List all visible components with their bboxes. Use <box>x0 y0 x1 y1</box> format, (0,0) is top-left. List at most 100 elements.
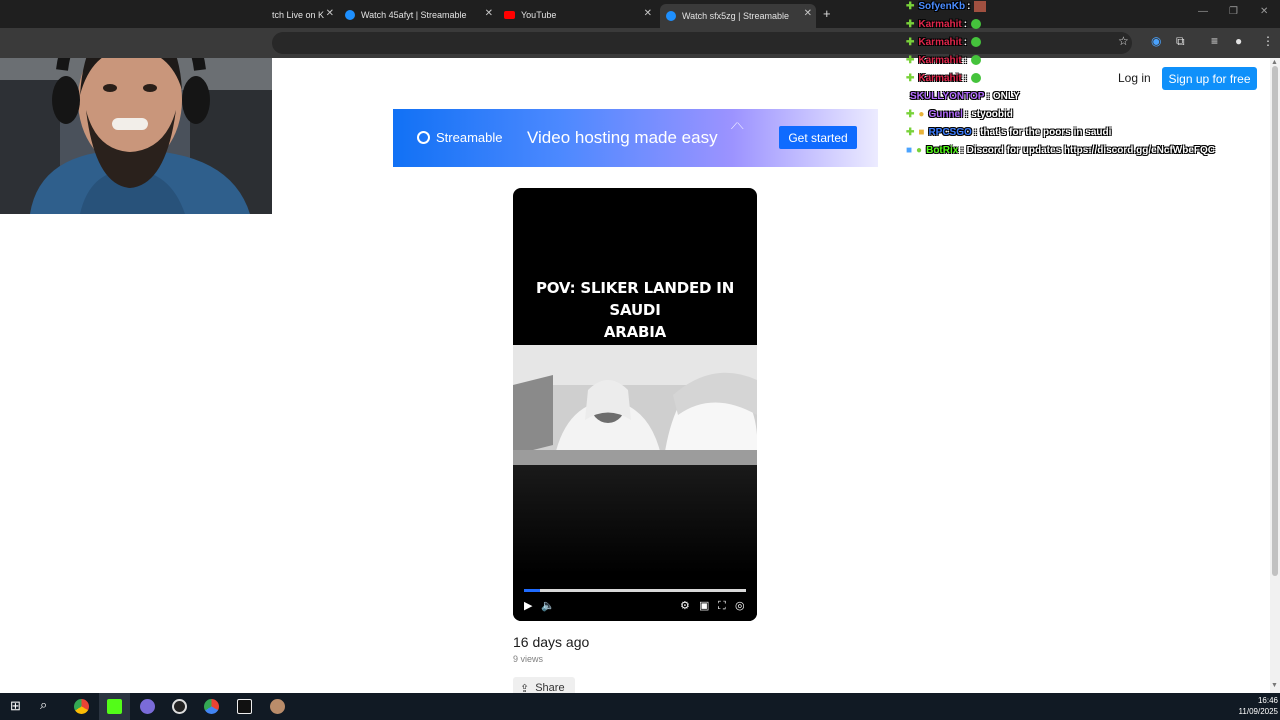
chat-message: ✚ Karmahit : <box>906 70 982 86</box>
chat-message: ✚ ■ RPCSGO : that's for the poors in sau… <box>906 124 1111 140</box>
volume-icon[interactable]: 🔈 <box>541 600 555 612</box>
green-emote-icon <box>971 55 982 65</box>
video-player[interactable]: POV: SLIKER LANDED IN SAUDI ARABIA ▶ 🔈 ⚙… <box>513 188 757 621</box>
tab-youtube[interactable]: YouTube ✕ <box>504 4 656 26</box>
browser-icon[interactable] <box>204 699 219 714</box>
windows-taskbar <box>0 693 1280 720</box>
chat-message: ✚ Karmahit : <box>906 34 982 50</box>
maximize-icon[interactable]: ❐ <box>1229 6 1238 17</box>
screen: tch Live on K ✕ Watch 45afyt | Streamabl… <box>0 0 1280 720</box>
chat-username: BotRix <box>926 144 959 156</box>
chat-separator: : <box>964 108 969 120</box>
chat-message: SKULLYONTOP : ONLY <box>910 88 1020 104</box>
get-started-button[interactable]: Get started <box>779 126 857 149</box>
tab-label: Watch 45afyt | Streamable <box>361 10 467 20</box>
subscriber-badge-icon: ✚ <box>906 72 915 84</box>
streamable-logo-icon <box>417 131 430 144</box>
streamable-logo-icon[interactable]: ◎ <box>735 600 745 612</box>
chat-username: Gunnel <box>928 108 963 120</box>
caption-line: ARABIA <box>603 323 667 341</box>
chat-text: ONLY <box>992 90 1020 102</box>
profile-avatar-icon[interactable]: ● <box>1235 34 1242 48</box>
banner-tagline: Video hosting made easy <box>527 128 718 147</box>
obs-icon[interactable] <box>172 699 187 714</box>
tab-label: YouTube <box>521 10 557 20</box>
media-control-icon[interactable]: ≡ <box>1211 34 1218 48</box>
verified-badge-icon: ✚ <box>906 126 915 138</box>
settings-gear-icon[interactable]: ⚙ <box>680 600 690 612</box>
gift-badge-icon: ● <box>918 108 925 120</box>
extensions-puzzle-icon[interactable]: ⧉ <box>1176 34 1185 48</box>
address-bar[interactable] <box>272 32 1132 54</box>
streaming-app-icon[interactable] <box>140 699 155 714</box>
minimize-icon[interactable]: — <box>1198 6 1208 17</box>
chat-text: that's for the poors in saudi <box>980 126 1112 138</box>
windows-start-icon[interactable]: ⊞ <box>10 699 21 713</box>
subscriber-badge-icon: ✚ <box>906 18 915 30</box>
app-avatar-icon[interactable] <box>270 699 285 714</box>
window-close-icon[interactable]: ✕ <box>1260 6 1268 17</box>
chat-username: Karmahit <box>918 36 962 48</box>
tab-label: tch Live on K <box>272 10 325 20</box>
fullscreen-icon[interactable]: ⛶ <box>718 600 726 612</box>
login-link[interactable]: Log in <box>1118 71 1151 85</box>
bot-badge-icon: ■ <box>906 144 913 156</box>
close-icon[interactable]: ✕ <box>804 8 812 19</box>
gift-badge-icon: ■ <box>918 126 925 138</box>
view-count: 9 views <box>513 654 544 664</box>
subscriber-badge-icon: ✚ <box>906 0 915 12</box>
video-frame <box>513 345 757 465</box>
chat-separator: : <box>963 54 968 66</box>
sparkle-icon: ⟋⟍ <box>731 121 744 131</box>
chat-separator: : <box>986 90 990 102</box>
chat-separator: : <box>963 36 968 48</box>
verified-badge-icon: ● <box>916 144 923 156</box>
tab-streamable-45afyt[interactable]: Watch 45afyt | Streamable ✕ <box>345 4 497 26</box>
close-icon[interactable]: ✕ <box>644 8 652 19</box>
chat-username: Karmahit <box>918 54 962 66</box>
new-tab-button[interactable]: + <box>823 6 831 21</box>
chat-username: RPCSGO <box>928 126 972 138</box>
green-emote-icon <box>971 37 982 47</box>
scroll-up-icon[interactable]: ▲ <box>1271 59 1278 66</box>
play-icon[interactable]: ▶ <box>524 600 532 612</box>
video-progress-bar[interactable] <box>524 589 746 592</box>
streamable-logo: Streamable <box>417 130 502 145</box>
page-scrollbar[interactable]: ▲ ▼ <box>1270 58 1280 693</box>
streamer-emote-icon <box>974 0 987 12</box>
chat-message: ✚ Karmahit : <box>906 16 982 32</box>
promo-banner[interactable]: Streamable Video hosting made easy ⟋⟍ Ge… <box>393 109 878 167</box>
menu-kebab-icon[interactable]: ⋮ <box>1262 34 1274 48</box>
tab-streamable-sfx5zg[interactable]: Watch sfx5zg | Streamable ✕ <box>660 4 816 28</box>
green-emote-icon <box>971 19 982 29</box>
clock-time: 16:46 <box>1257 696 1278 705</box>
video-caption: POV: SLIKER LANDED IN SAUDI ARABIA <box>513 277 757 343</box>
search-icon[interactable]: ⌕ <box>40 698 47 712</box>
chat-message: ✚ SofyenKb : <box>906 0 987 14</box>
chat-username: Karmahit <box>918 18 962 30</box>
system-clock[interactable]: 16:46 11/09/2025 <box>1232 695 1278 717</box>
picture-in-picture-icon[interactable]: ▣ <box>699 600 709 612</box>
capcut-icon[interactable] <box>237 699 252 714</box>
chrome-icon[interactable] <box>74 699 89 714</box>
chat-separator: : <box>973 126 978 138</box>
close-icon[interactable]: ✕ <box>326 8 334 19</box>
kick-icon[interactable] <box>107 699 122 714</box>
streamable-favicon-icon <box>666 11 676 21</box>
chat-separator: : <box>963 72 968 84</box>
signup-button[interactable]: Sign up for free <box>1162 67 1257 90</box>
extension-icon[interactable]: ◉ <box>1151 34 1161 48</box>
scroll-down-icon[interactable]: ▼ <box>1271 682 1278 689</box>
tab-kick[interactable]: tch Live on K ✕ <box>272 4 338 26</box>
bookmark-star-icon[interactable]: ☆ <box>1118 34 1129 48</box>
youtube-favicon-icon <box>504 11 515 19</box>
close-icon[interactable]: ✕ <box>485 8 493 19</box>
scrollbar-thumb[interactable] <box>1272 66 1278 576</box>
browser-tab-bar: tch Live on K ✕ Watch 45afyt | Streamabl… <box>0 0 1280 28</box>
subscriber-badge-icon: ✚ <box>906 36 915 48</box>
green-emote-icon <box>971 73 982 83</box>
subscriber-badge-icon: ✚ <box>906 54 915 66</box>
tab-label: Watch sfx5zg | Streamable <box>682 11 790 21</box>
chat-message: ■ ● BotRix : Discord for updates https:/… <box>906 142 1215 158</box>
chat-text: styoobid <box>971 108 1013 120</box>
